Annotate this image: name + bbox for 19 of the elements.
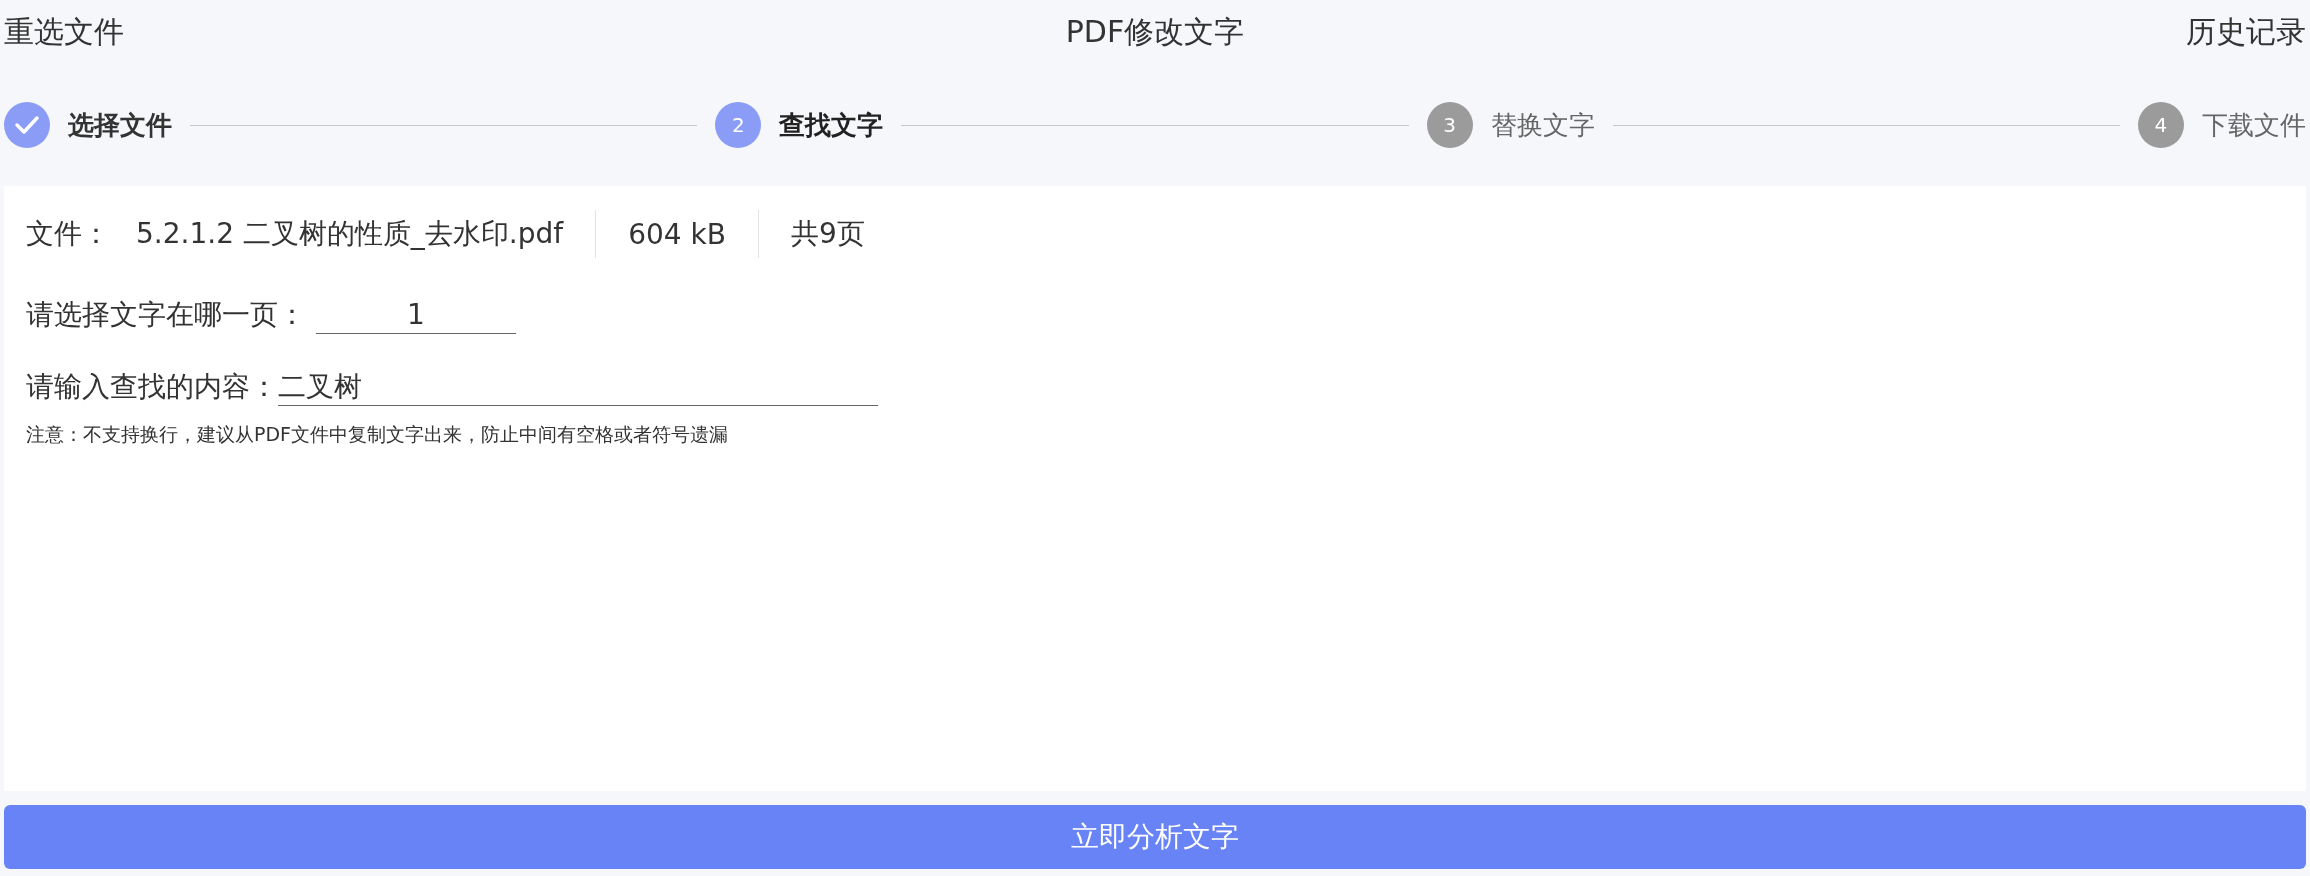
step-label: 选择文件 (68, 108, 172, 142)
note-text: 注意：不支持换行，建议从PDF文件中复制文字出来，防止中间有空格或者符号遗漏 (26, 422, 730, 447)
file-size: 604 kB (628, 217, 726, 251)
step-number: 4 (2138, 102, 2184, 148)
step-number: 2 (715, 102, 762, 148)
step-label: 下载文件 (2202, 108, 2306, 142)
step-label: 替换文字 (1490, 108, 1595, 142)
file-label: 文件： (26, 216, 110, 252)
page-count: 共9页 (790, 216, 865, 252)
page-title: PDF修改文字 (1065, 12, 1245, 51)
history-link[interactable]: 历史记录 (2186, 11, 2306, 53)
search-field-label: 请输入查找的内容： (26, 369, 278, 405)
step-label: 查找文字 (779, 108, 884, 142)
file-name: 5.2.1.2 二叉树的性质_去水印.pdf (136, 216, 564, 252)
step-number: 3 (1426, 102, 1473, 148)
page-input-field[interactable]: 1 (316, 298, 516, 334)
page-field-label: 请选择文字在哪一页： (26, 297, 306, 333)
reselect-file-link[interactable]: 重选文件 (4, 11, 124, 53)
search-input-field[interactable]: 二叉树 (278, 370, 878, 406)
